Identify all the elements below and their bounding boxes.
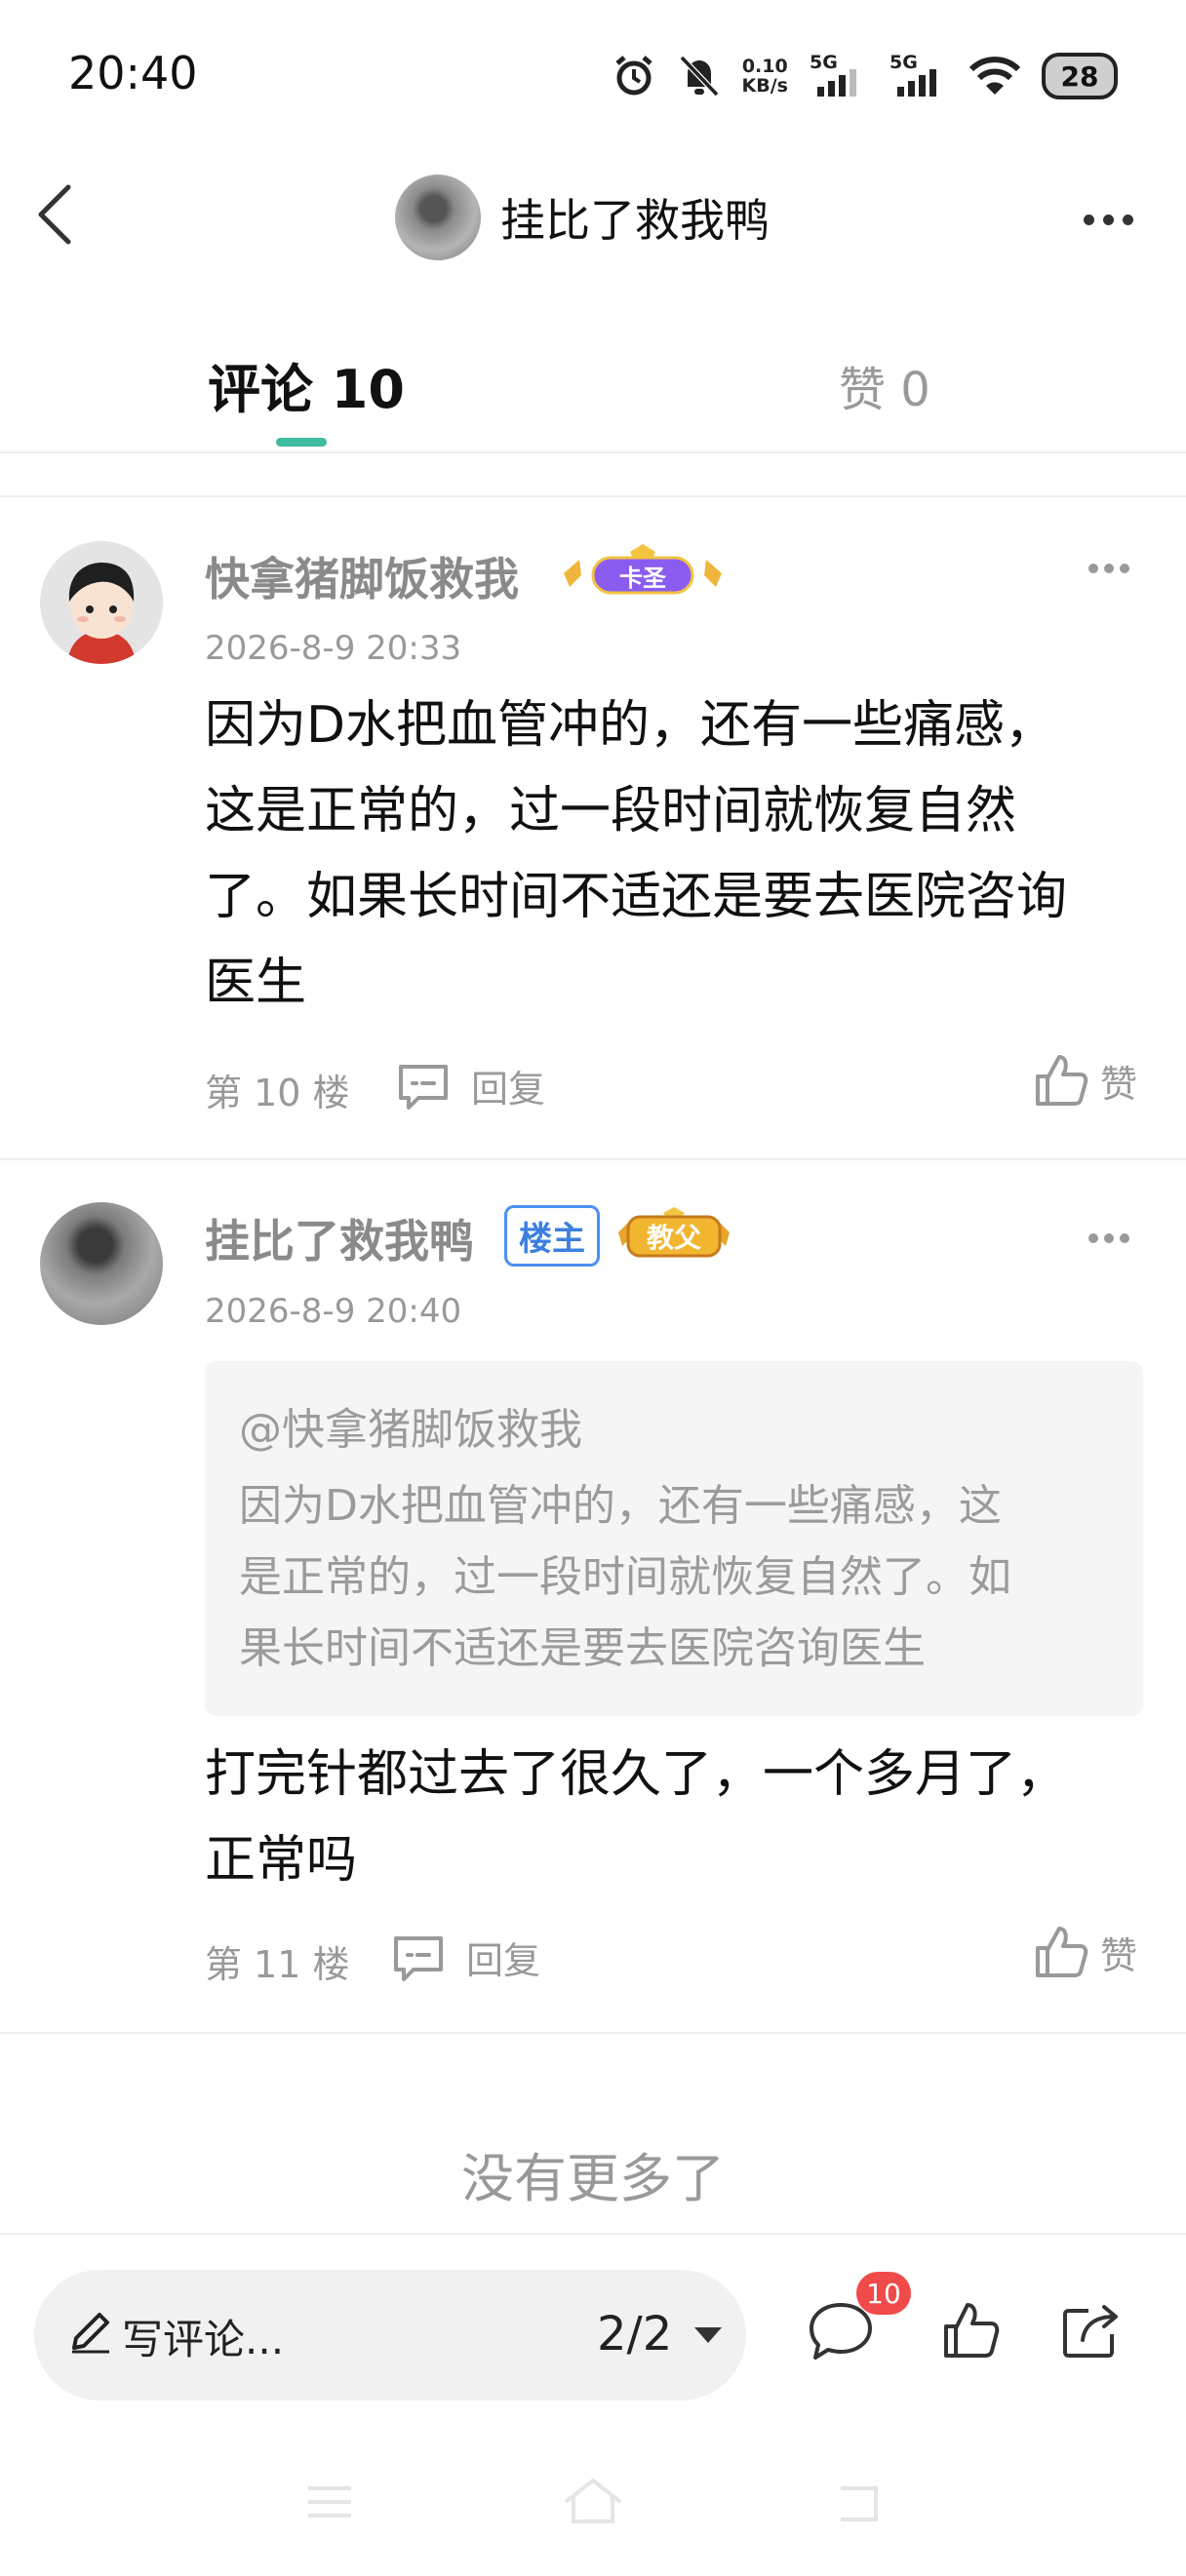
alarm-icon <box>614 56 652 96</box>
floor-number: 第 10 楼 <box>205 1072 350 1114</box>
quote-username[interactable]: @快拿猪脚饭救我 <box>239 1394 582 1457</box>
more-icon[interactable] <box>1074 200 1142 239</box>
reply-label: 回复 <box>471 1068 546 1111</box>
comment-more-icon[interactable] <box>1087 1230 1130 1250</box>
comment-date: 2026-8-9 20:40 <box>205 1292 462 1331</box>
comment-username[interactable]: 挂比了救我鸭 <box>205 1206 474 1270</box>
comment-date: 2026-8-9 20:33 <box>205 629 462 668</box>
avatar[interactable] <box>40 1202 163 1325</box>
like-label: 赞 <box>1100 1933 1138 1977</box>
share-icon[interactable] <box>1059 2299 1124 2361</box>
like-label: 赞 <box>1100 1062 1138 1106</box>
status-bar: 20:40 0.10 KB/s 5G 5G 28 <box>0 0 1186 146</box>
badge-label: 教父 <box>646 1222 701 1254</box>
reply-icon <box>394 1935 443 1981</box>
badge-godfather: 教父 <box>614 1207 733 1268</box>
comment-username[interactable]: 快拿猪脚饭救我 <box>205 544 519 608</box>
comment-placeholder[interactable]: 写评论... <box>122 2307 284 2366</box>
menu-nav-icon[interactable] <box>304 2482 355 2521</box>
chevron-down-icon[interactable] <box>694 2327 722 2343</box>
divider <box>0 2032 1186 2034</box>
mute-icon <box>679 55 719 98</box>
chevron-left-icon <box>38 184 71 245</box>
edit-icon <box>72 2313 109 2354</box>
reply-label: 回复 <box>466 1939 541 1982</box>
comment-more-icon[interactable] <box>1087 561 1130 580</box>
avatar[interactable] <box>40 541 163 664</box>
avatar[interactable] <box>395 175 481 260</box>
status-icons: 0.10 KB/s 5G 5G 28 <box>612 47 1118 105</box>
quote-text: 因为D水把血管冲的，还有一些痛感，这 是正常的，过一段时间就恢复自然了。如 果长… <box>239 1481 1011 1673</box>
divider <box>0 451 1186 453</box>
network-speed: 0.10 KB/s <box>741 56 788 97</box>
no-more-text: 没有更多了 <box>461 2148 725 2209</box>
signal-icon: 5G <box>810 52 868 100</box>
comment-text: 打完针都过去了很久了，一个多月了， 正常吗 <box>205 1745 1068 1890</box>
badge-saint: 卡圣 <box>558 544 728 605</box>
wifi-icon <box>969 57 1020 95</box>
thumbs-up-icon <box>1036 1055 1088 1106</box>
tab-comments[interactable]: 评论 10 <box>208 346 405 423</box>
thread-header[interactable]: 挂比了救我鸭 <box>395 174 770 261</box>
like-button[interactable]: 赞 <box>1034 1053 1137 1108</box>
back-button[interactable] <box>29 176 88 254</box>
like-button[interactable]: 赞 <box>1034 1925 1137 1979</box>
like-icon[interactable] <box>940 2299 1003 2361</box>
reply-button[interactable]: 回复 <box>395 1059 545 1112</box>
tab-likes[interactable]: 赞 0 <box>839 351 930 419</box>
floor-number: 第 11 楼 <box>205 1943 350 1986</box>
thumbs-up-icon <box>1036 1927 1088 1977</box>
comment-count-badge: 10 <box>856 2272 911 2315</box>
page-title: 挂比了救我鸭 <box>500 194 770 247</box>
home-nav-icon[interactable] <box>562 2477 624 2525</box>
comment-text: 因为D水把血管冲的，还有一些痛感， 这是正常的，过一段时间就恢复自然 了。如果长… <box>205 696 1068 1012</box>
clock: 20:40 <box>68 47 198 99</box>
reply-button[interactable]: 回复 <box>390 1931 540 1984</box>
tab-indicator <box>276 438 327 447</box>
back-nav-icon[interactable] <box>827 2482 882 2525</box>
divider <box>0 1158 1186 1160</box>
divider <box>0 495 1186 497</box>
owner-badge: 楼主 <box>504 1205 600 1267</box>
page-indicator[interactable]: 2/2 <box>597 2307 672 2361</box>
reply-icon <box>399 1064 448 1110</box>
badge-label: 卡圣 <box>619 564 666 592</box>
battery-icon: 28 <box>1042 53 1118 99</box>
signal-icon-2: 5G <box>890 52 948 100</box>
